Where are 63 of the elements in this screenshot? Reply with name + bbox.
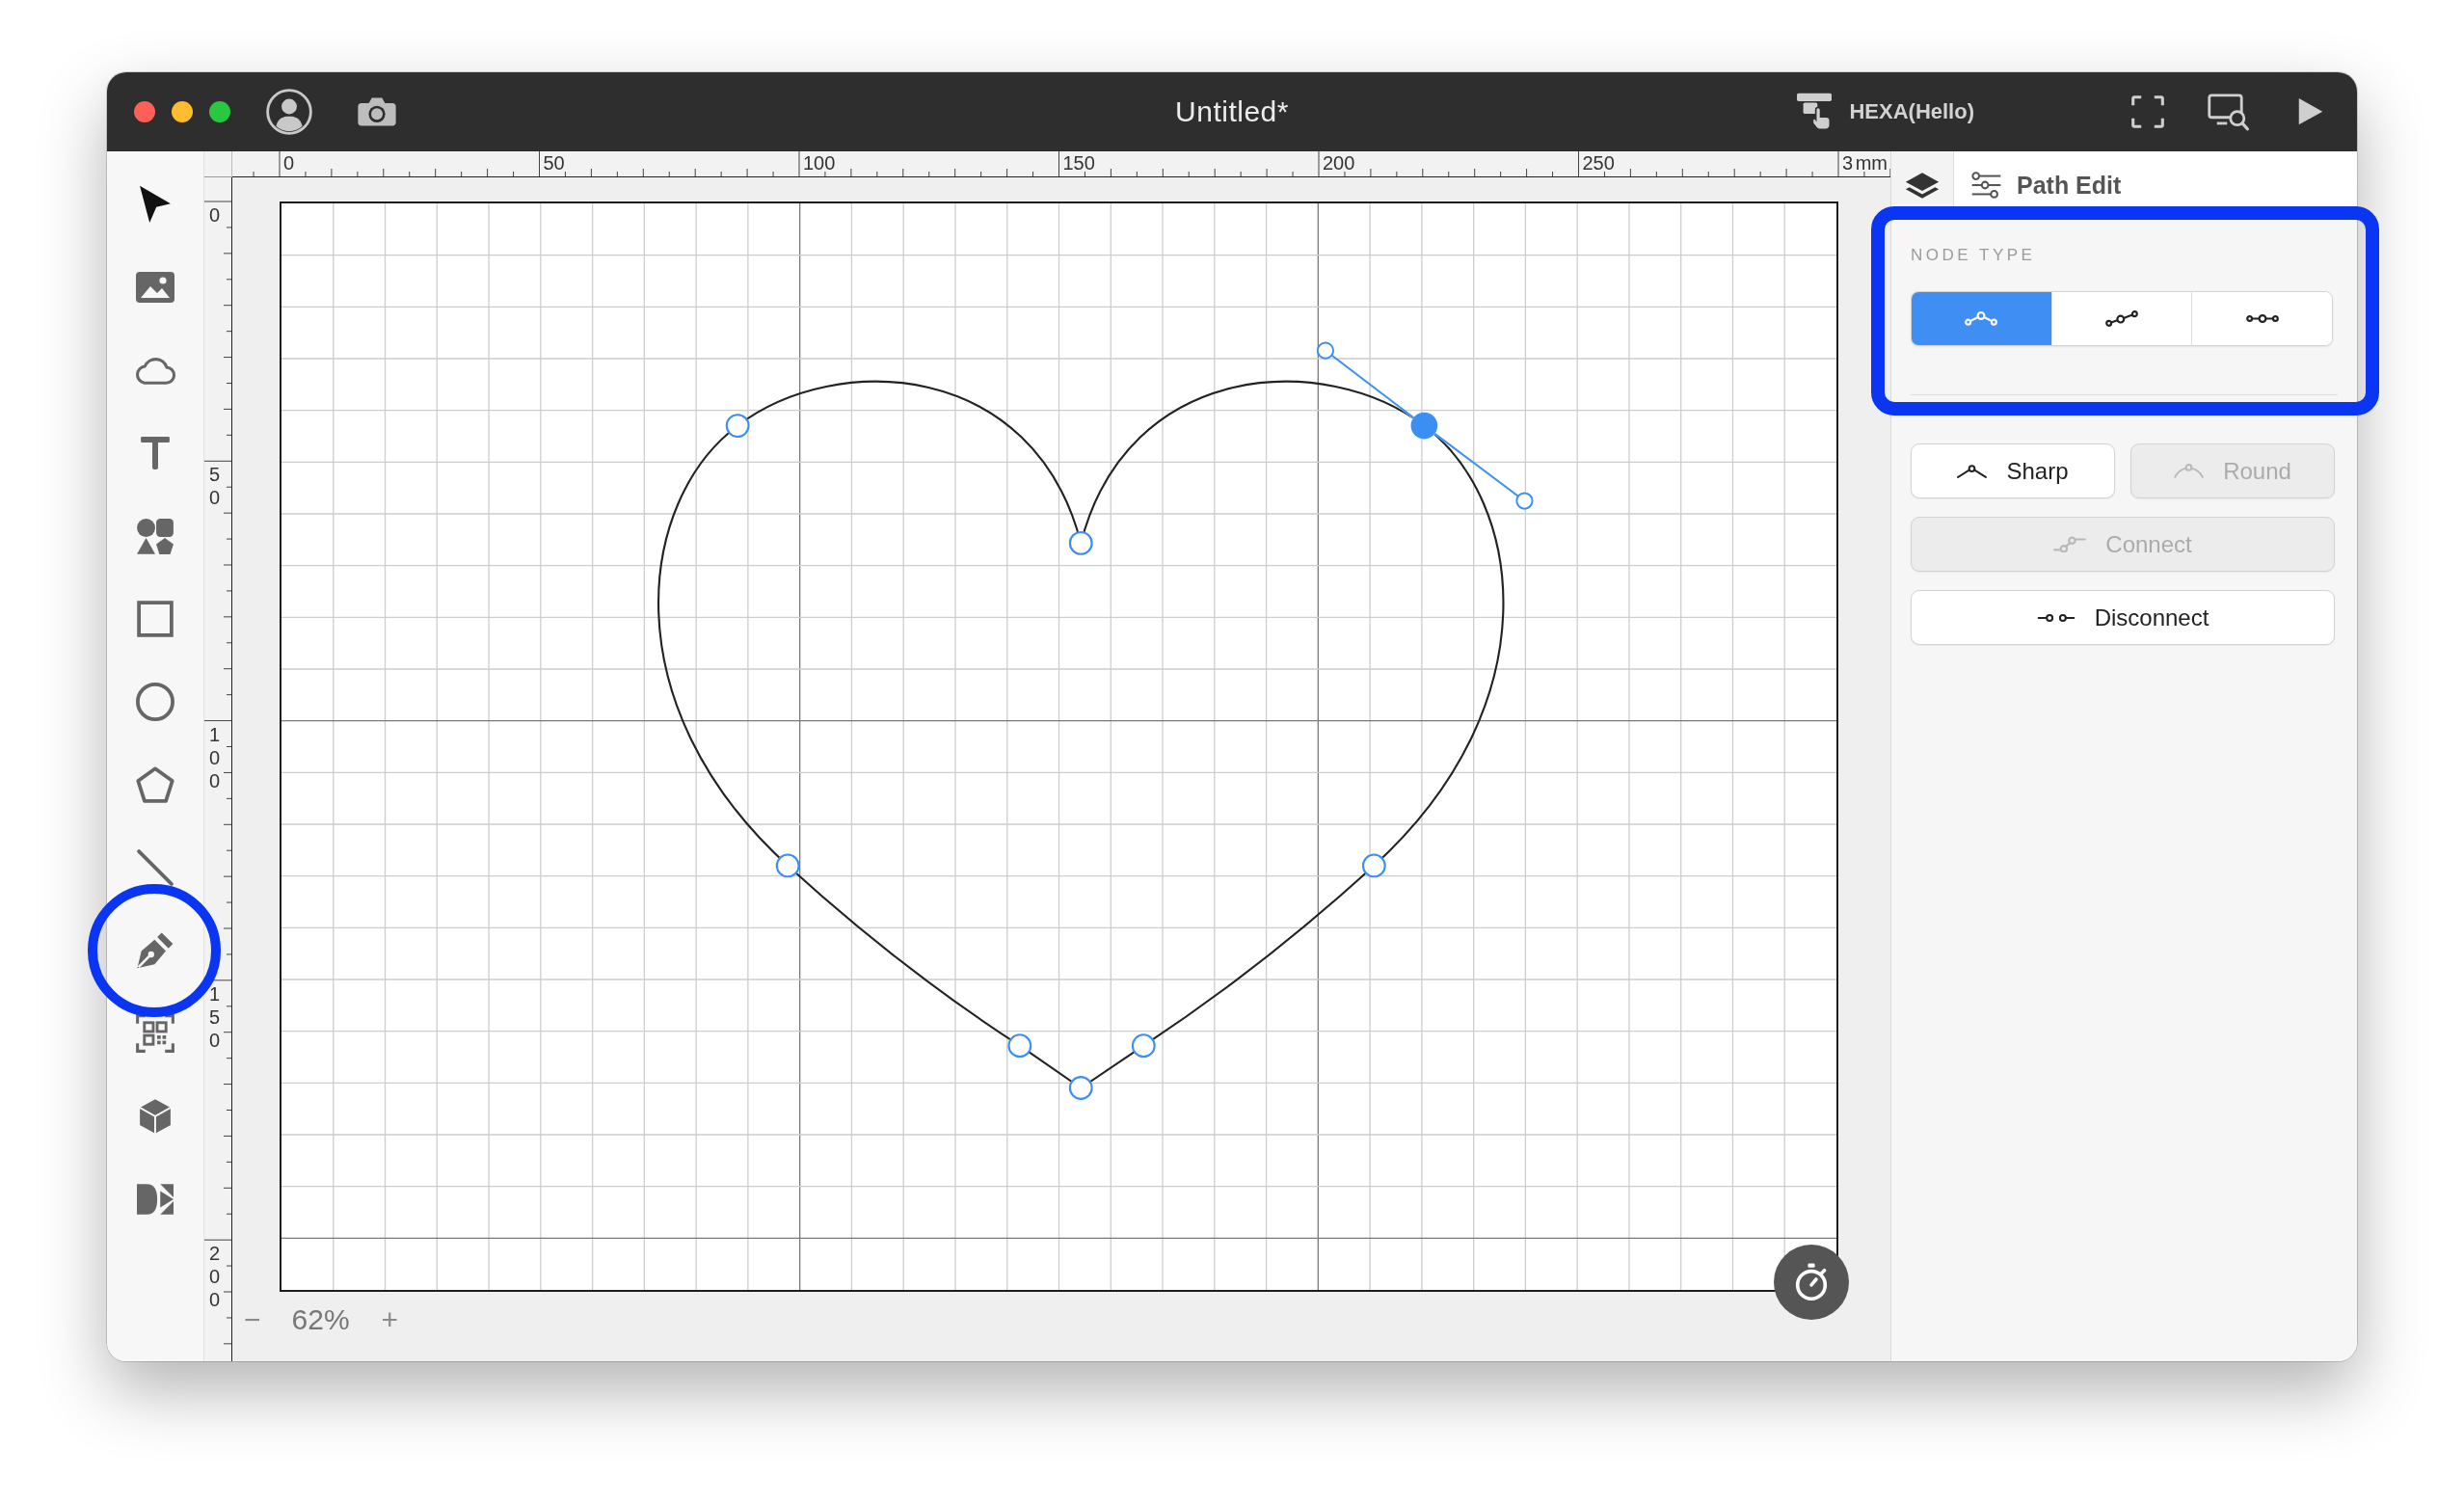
ruler-label: 3 bbox=[1842, 152, 1854, 174]
path-node[interactable] bbox=[1068, 530, 1093, 555]
pen-nib-icon[interactable] bbox=[137, 932, 174, 969]
pentagon-icon[interactable] bbox=[136, 766, 174, 803]
ruler-label: 50 bbox=[543, 152, 565, 174]
node-type-option[interactable] bbox=[2050, 292, 2192, 345]
play-icon[interactable] bbox=[2298, 97, 2323, 126]
path-node[interactable] bbox=[775, 853, 800, 878]
ruler-label: 0 bbox=[283, 152, 295, 174]
ruler-label: 0 bbox=[209, 203, 222, 227]
sharp-corner-icon bbox=[1957, 464, 1988, 478]
path-node[interactable] bbox=[1007, 1033, 1032, 1059]
close-button[interactable] bbox=[134, 101, 155, 122]
minimize-button[interactable] bbox=[172, 101, 193, 122]
bezier-handle[interactable] bbox=[1316, 341, 1415, 419]
section-title: NODE TYPE bbox=[1911, 245, 2037, 266]
qr-code-icon[interactable] bbox=[136, 1014, 174, 1053]
text-icon[interactable] bbox=[141, 437, 170, 469]
line-icon[interactable] bbox=[137, 849, 174, 886]
logo-icon[interactable] bbox=[137, 1184, 174, 1215]
camera-icon[interactable] bbox=[358, 97, 396, 126]
zoom-level: 62% bbox=[291, 1302, 350, 1337]
node-type-option[interactable] bbox=[1912, 292, 2051, 345]
disconnect-button[interactable]: Disconnect bbox=[1911, 590, 2335, 645]
window-title: Untitled* bbox=[1175, 95, 1289, 128]
path-node[interactable] bbox=[1131, 1033, 1156, 1059]
arched-nodes-icon bbox=[1965, 310, 1998, 327]
sliders-icon bbox=[1971, 172, 2001, 199]
stopwatch-icon bbox=[1795, 1262, 1828, 1302]
connect-nodes-icon bbox=[2053, 536, 2087, 552]
shapes-icon[interactable] bbox=[137, 518, 174, 554]
circle-icon[interactable] bbox=[136, 683, 174, 721]
slanted-nodes-icon bbox=[2105, 310, 2138, 327]
ruler-label: 100 bbox=[209, 722, 222, 792]
layers-icon bbox=[1905, 171, 1940, 200]
maximize-button[interactable] bbox=[209, 101, 230, 122]
path-node[interactable] bbox=[1410, 412, 1438, 440]
ruler-label: 50 bbox=[209, 463, 222, 510]
path-node[interactable] bbox=[1068, 1076, 1093, 1100]
ruler-label: 250 bbox=[1582, 152, 1615, 174]
machine-icon[interactable] bbox=[1796, 93, 1834, 131]
ruler-label: 200 bbox=[209, 1242, 222, 1312]
cloud-icon[interactable] bbox=[134, 356, 176, 385]
path-node[interactable] bbox=[725, 414, 750, 438]
path-node[interactable] bbox=[1361, 853, 1386, 878]
device-name[interactable]: HEXA(Hello) bbox=[1849, 99, 1974, 124]
bezier-handle[interactable] bbox=[1433, 432, 1534, 510]
ruler-label: 200 bbox=[1323, 152, 1355, 174]
ruler-label: 100 bbox=[803, 152, 836, 174]
cube-icon[interactable] bbox=[138, 1097, 173, 1136]
ruler-label: 150 bbox=[209, 981, 222, 1052]
round-corner-icon bbox=[2174, 464, 2205, 478]
account-icon[interactable] bbox=[266, 89, 312, 135]
fullscreen-icon[interactable] bbox=[2131, 95, 2164, 128]
ruler-label: 150 bbox=[1062, 152, 1095, 174]
monitor-search-icon[interactable] bbox=[2208, 93, 2250, 131]
image-icon[interactable] bbox=[136, 272, 174, 303]
square-icon[interactable] bbox=[137, 601, 174, 637]
ruler-unit: mm bbox=[1855, 152, 1888, 174]
sharp-button[interactable]: Sharp bbox=[1911, 443, 2115, 498]
arrow-pointer-icon[interactable] bbox=[139, 185, 172, 224]
node-type-option[interactable] bbox=[2191, 292, 2332, 345]
disconnect-nodes-icon bbox=[2036, 613, 2076, 622]
